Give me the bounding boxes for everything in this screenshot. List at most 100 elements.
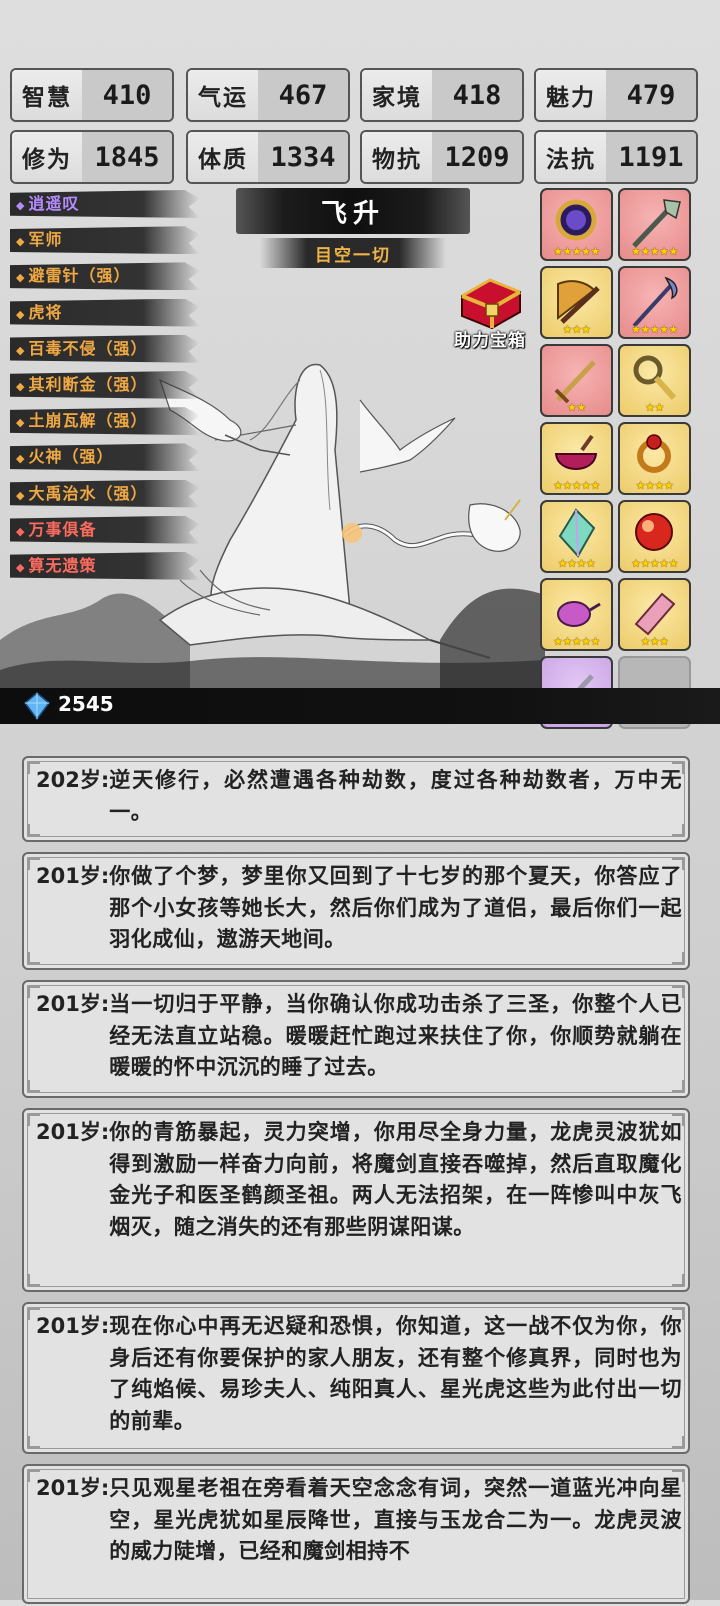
stat-label: 智慧 (12, 70, 82, 120)
gem-count: 2545 (58, 692, 114, 716)
stat-family: 家境 418 (360, 68, 524, 122)
talent-item[interactable]: ◆ 避雷针（强） (10, 262, 200, 291)
talent-item[interactable]: ◆ 逍遥叹 (10, 190, 200, 218)
entry-age: 201岁: (36, 1314, 110, 1338)
talent-item[interactable]: ◆ 大禹治水（强） (10, 479, 200, 508)
talent-label: 逍遥叹 (28, 194, 80, 213)
diamond-icon: ◆ (16, 452, 26, 466)
talent-item[interactable]: ◆ 万事俱备 (10, 515, 200, 544)
entry-text: 当一切归于平静，当你确认你成功击杀了三圣，你整个人已经无法直立站稳。暖暖赶忙跑过… (109, 992, 682, 1079)
stat-value: 467 (258, 70, 348, 120)
equipment-slot[interactable]: ★★★ (540, 266, 613, 339)
entry-text: 现在你心中再无迟疑和恐惧，你知道，这一战不仅为你，你身后还有你要保护的家人朋友，… (109, 1314, 682, 1433)
rarity-stars: ★★★★★ (631, 323, 678, 336)
talent-list[interactable]: ◆ 逍遥叹 ◆ 军师 ◆ 避雷针（强） ◆ 虎将 ◆ 百毒不侵（强） ◆ 其利断金（强） ◆… (10, 190, 200, 600)
stat-label: 魅力 (536, 70, 606, 120)
stat-value: 1209 (432, 132, 522, 182)
talent-item[interactable]: ◆ 算无遗策 (10, 551, 200, 580)
diamond-icon: ◆ (16, 416, 26, 430)
entry-age: 202岁: (36, 768, 110, 792)
equipment-slot[interactable]: ★★★★★ (618, 188, 691, 261)
talent-label: 虎将 (28, 302, 63, 322)
stat-value: 418 (432, 70, 522, 120)
rarity-stars: ★★★★★ (631, 245, 678, 258)
log-entry: 201岁: 你的青筋暴起，灵力突增，你用尽全身力量，龙虎灵波犹如得到激励一样奋力向… (22, 1108, 690, 1292)
rarity-stars: ★★★★ (635, 479, 674, 492)
rarity-stars: ★★★ (562, 323, 591, 336)
log-entry: 201岁: 你做了个梦，梦里你又回到了十七岁的那个夏天，你答应了那个小女孩等她长大… (22, 852, 690, 970)
stat-luck: 气运 467 (186, 68, 350, 122)
stat-value: 1845 (82, 132, 172, 182)
diamond-icon: ◆ (16, 343, 26, 357)
assist-chest-button[interactable]: 助力宝箱 (448, 274, 532, 351)
diamond-icon: ◆ (16, 271, 26, 285)
talent-item[interactable]: ◆ 土崩瓦解（强） (10, 407, 200, 436)
stat-value: 1191 (606, 132, 696, 182)
life-event-log[interactable]: 202岁: 逆天修行，必然遭遇各种劫数，度过各种劫数者，万中无一。 201岁: 你做… (22, 756, 692, 1606)
rarity-stars: ★★★★★ (631, 557, 678, 570)
stats-panel: 智慧 410 气运 467 家境 418 魅力 479 修为 1845 体质 1… (10, 68, 710, 190)
equipment-slot[interactable]: ★★★★ (540, 500, 613, 573)
entry-age: 201岁: (36, 992, 110, 1016)
equipment-slot[interactable]: ★★★★★ (540, 188, 613, 261)
equipment-slot[interactable]: ★★★★★ (618, 266, 691, 339)
entry-text: 只见观星老祖在旁看着天空念念有词，突然一道蓝光冲向星空，星光虎犹如星辰降世，直接… (109, 1476, 682, 1563)
rarity-stars: ★★★★ (557, 557, 596, 570)
talent-label: 军师 (28, 230, 63, 250)
talent-item[interactable]: ◆ 火神（强） (10, 443, 200, 472)
rarity-stars: ★★★ (640, 635, 669, 648)
stat-label: 法抗 (536, 132, 606, 182)
log-entry: 201岁: 当一切归于平静，当你确认你成功击杀了三圣，你整个人已经无法直立站稳。暖… (22, 980, 690, 1098)
stat-label: 家境 (362, 70, 432, 120)
stat-physique: 体质 1334 (186, 130, 350, 184)
rarity-stars: ★★★★★ (553, 479, 600, 492)
talent-label: 火神（强） (28, 447, 114, 467)
equipment-slot[interactable]: ★★ (540, 344, 613, 417)
stat-charm: 魅力 479 (534, 68, 698, 122)
diamond-icon: ◆ (16, 235, 26, 249)
diamond-icon: ◆ (16, 379, 26, 393)
realm-subtitle: 目空一切 (260, 238, 446, 268)
talent-label: 万事俱备 (28, 519, 97, 539)
rarity-stars: ★★★★★ (553, 245, 600, 258)
entry-text: 你做了个梦，梦里你又回到了十七岁的那个夏天，你答应了那个小女孩等她长大，然后你们… (109, 864, 682, 951)
realm-title: 飞升 (236, 188, 470, 234)
talent-item[interactable]: ◆ 虎将 (10, 298, 200, 327)
rarity-stars: ★★★★★ (553, 635, 600, 648)
equipment-slot[interactable]: ★★ (618, 344, 691, 417)
log-entry: 201岁: 只见观星老祖在旁看着天空念念有词，突然一道蓝光冲向星空，星光虎犹如星辰… (22, 1464, 690, 1604)
equipment-slot[interactable]: ★★★ (618, 578, 691, 651)
diamond-icon: ◆ (16, 488, 26, 502)
talent-item[interactable]: ◆ 军师 (10, 226, 200, 255)
diamond-icon: ◆ (16, 560, 26, 574)
equipment-slot[interactable]: ★★★★★ (618, 500, 691, 573)
talent-label: 避雷针（强） (28, 266, 131, 286)
entry-age: 201岁: (36, 1120, 110, 1144)
entry-age: 201岁: (36, 864, 110, 888)
equipment-slot[interactable]: ★★★★ (618, 422, 691, 495)
rarity-stars: ★★ (645, 401, 664, 414)
stat-value: 479 (606, 70, 696, 120)
talent-item[interactable]: ◆ 其利断金（强） (10, 370, 200, 399)
stat-magic-resist: 法抗 1191 (534, 130, 698, 184)
entry-text: 逆天修行，必然遭遇各种劫数，度过各种劫数者，万中无一。 (109, 768, 682, 824)
stat-value: 410 (82, 70, 172, 120)
talent-label: 大禹治水（强） (28, 483, 148, 503)
equipment-slot[interactable]: ★★★★★ (540, 578, 613, 651)
diamond-icon: ◆ (16, 199, 26, 212)
talent-item[interactable]: ◆ 百毒不侵（强） (10, 334, 200, 363)
stat-label: 修为 (12, 132, 82, 182)
diamond-icon: ◆ (16, 524, 26, 538)
currency-bar: 2545 (0, 688, 720, 724)
stat-label: 物抗 (362, 132, 432, 182)
stat-wisdom: 智慧 410 (10, 68, 174, 122)
stat-value: 1334 (258, 132, 348, 182)
assist-chest-label: 助力宝箱 (454, 331, 526, 351)
equipment-slot[interactable]: ★★★★★ (540, 422, 613, 495)
equipment-grid: ★★★★★ ★★★★★ ★★★ ★★★★★ ★★ ★★ ★★★★★ ★★★★ ★… (540, 188, 696, 729)
gem-icon (23, 692, 51, 721)
treasure-chest-icon (461, 278, 521, 330)
entry-age: 201岁: (36, 1476, 110, 1500)
stat-label: 体质 (188, 132, 258, 182)
talent-label: 百毒不侵（强） (28, 338, 148, 358)
